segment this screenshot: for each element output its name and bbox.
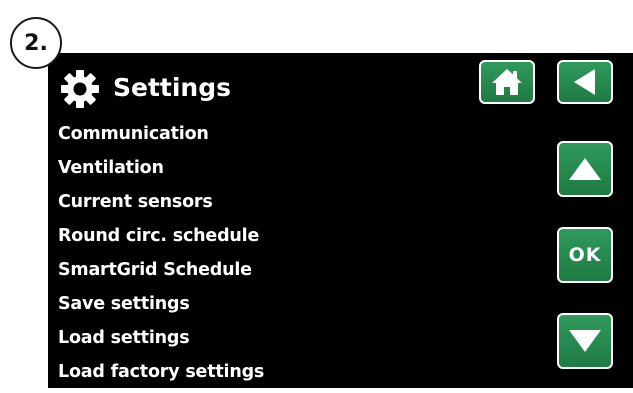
menu-item-ventilation[interactable]: Ventilation	[58, 155, 264, 189]
scroll-up-button[interactable]	[557, 141, 613, 197]
ok-button[interactable]: OK	[557, 227, 613, 283]
menu-item-smartgrid-schedule[interactable]: SmartGrid Schedule	[58, 257, 264, 291]
menu-item-load-settings[interactable]: Load settings	[58, 325, 264, 359]
page-title: Settings	[113, 73, 232, 102]
menu-item-current-sensors[interactable]: Current sensors	[58, 189, 264, 223]
settings-menu: Communication Ventilation Current sensor…	[58, 121, 264, 393]
menu-item-save-settings[interactable]: Save settings	[58, 291, 264, 325]
home-icon	[492, 69, 522, 95]
gear-icon	[61, 70, 99, 108]
step-number: 2.	[24, 30, 48, 56]
back-arrow-icon	[574, 69, 595, 95]
menu-item-round-circ-schedule[interactable]: Round circ. schedule	[58, 223, 264, 257]
home-button[interactable]	[479, 60, 535, 104]
step-number-badge: 2.	[10, 17, 62, 69]
arrow-down-icon	[569, 330, 601, 352]
arrow-up-icon	[569, 158, 601, 180]
ok-button-label: OK	[568, 244, 602, 266]
scroll-down-button[interactable]	[557, 313, 613, 369]
menu-item-communication[interactable]: Communication	[58, 121, 264, 155]
back-button[interactable]	[557, 60, 613, 104]
